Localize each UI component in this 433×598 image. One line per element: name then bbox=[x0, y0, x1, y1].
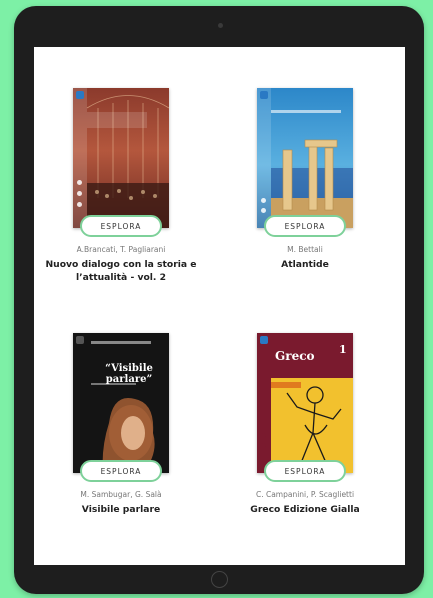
book-authors: M. Bettali bbox=[287, 245, 323, 254]
book-title[interactable]: Atlantide bbox=[225, 258, 385, 271]
cover-illustration-icon bbox=[86, 95, 169, 228]
cover-heading: Greco bbox=[275, 349, 315, 363]
publisher-logo-icon bbox=[76, 336, 84, 344]
book-title[interactable]: Visibile parlare bbox=[41, 503, 201, 516]
cover-strip bbox=[73, 88, 87, 228]
book-authors: M. Sambugar, G. Salà bbox=[80, 490, 162, 499]
book-cover[interactable]: “Visibile parlare” bbox=[73, 333, 169, 473]
cover-dot-icon bbox=[261, 198, 266, 203]
cover-heading: “Visibile parlare” bbox=[105, 363, 153, 385]
home-button[interactable] bbox=[211, 571, 228, 588]
cover-strip bbox=[257, 88, 271, 228]
tablet-frame: ESPLORA A.Brancati, T. Pagliarani Nuovo … bbox=[14, 6, 424, 594]
book-title[interactable]: Nuovo dialogo con la storia e l’attualit… bbox=[41, 258, 201, 284]
publisher-logo-icon bbox=[260, 91, 268, 99]
book-title[interactable]: Greco Edizione Gialla bbox=[225, 503, 385, 516]
book-cover[interactable]: Greco 1 bbox=[257, 333, 353, 473]
cover-volume-number: 1 bbox=[339, 343, 347, 356]
camera-icon bbox=[218, 23, 223, 28]
book-authors: C. Campanini, P. Scaglietti bbox=[255, 490, 355, 499]
cover-dot-icon bbox=[77, 180, 82, 185]
cover-dot-icon bbox=[77, 191, 82, 196]
explore-button[interactable]: ESPLORA bbox=[264, 460, 346, 482]
cover-portrait-icon bbox=[91, 341, 155, 473]
explore-button[interactable]: ESPLORA bbox=[80, 215, 162, 237]
book-cover[interactable] bbox=[73, 88, 169, 228]
publisher-logo-icon bbox=[76, 91, 84, 99]
explore-button[interactable]: ESPLORA bbox=[80, 460, 162, 482]
cover-dot-icon bbox=[261, 208, 266, 213]
cover-illustration-icon bbox=[271, 110, 353, 228]
cover-dot-icon bbox=[261, 443, 266, 448]
cover-dot-icon bbox=[261, 433, 266, 438]
book-authors: A.Brancati, T. Pagliarani bbox=[76, 245, 166, 254]
cover-dot-icon bbox=[77, 202, 82, 207]
book-grid: ESPLORA A.Brancati, T. Pagliarani Nuovo … bbox=[34, 47, 405, 565]
explore-button[interactable]: ESPLORA bbox=[264, 215, 346, 237]
book-cover[interactable] bbox=[257, 88, 353, 228]
publisher-logo-icon bbox=[260, 336, 268, 344]
